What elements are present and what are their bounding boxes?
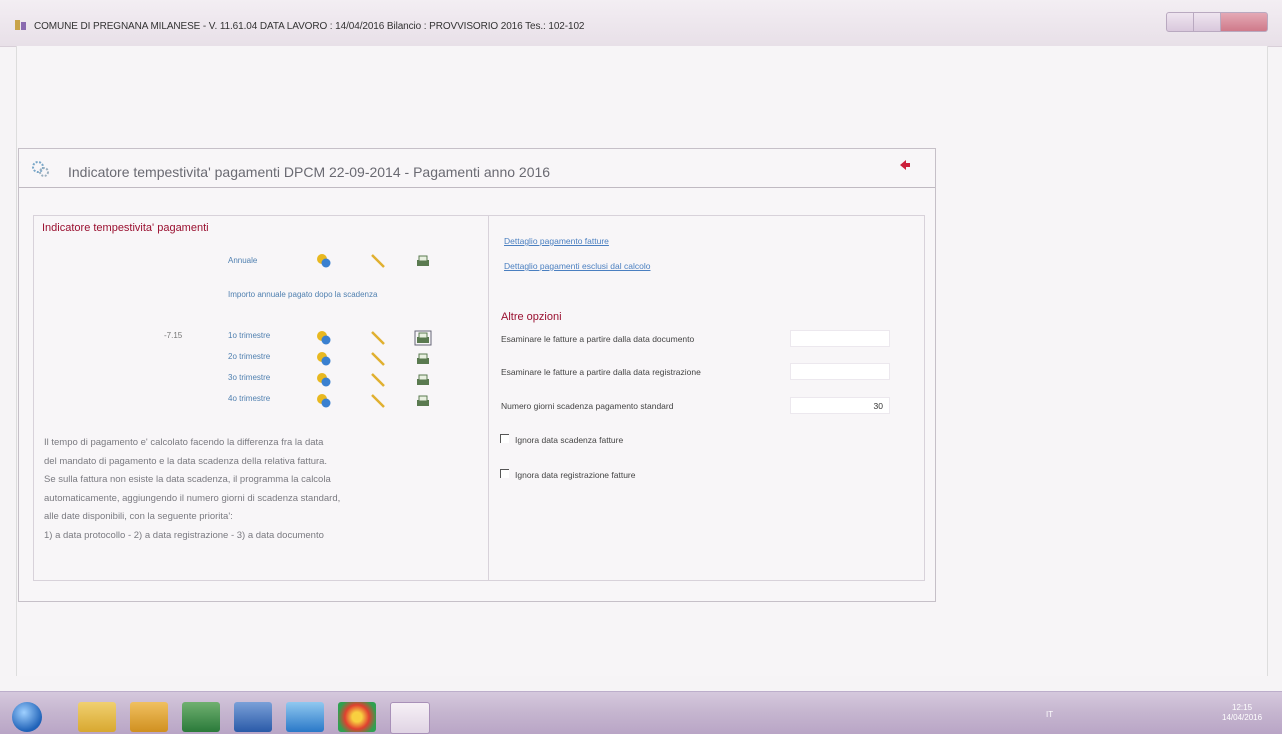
description-line: automaticamente, aggiungendo il numero g… [44, 492, 341, 504]
standard-days-input[interactable]: 30 [790, 397, 890, 414]
calculate-coins-icon[interactable] [315, 330, 333, 346]
window-title: COMUNE DI PREGNANA MILANESE - V. 11.61.0… [34, 21, 585, 32]
app-icon [15, 20, 26, 30]
internet-explorer-icon[interactable] [286, 702, 324, 732]
description-line: 1) a data protocollo - 2) a data registr… [44, 529, 324, 541]
file-explorer-icon[interactable] [130, 702, 168, 732]
calculate-coins-icon[interactable] [315, 351, 333, 367]
payment-details-link[interactable]: Dettaglio pagamento fatture [504, 236, 609, 246]
reg-date-input[interactable] [790, 363, 890, 380]
doc-date-input[interactable] [790, 330, 890, 347]
description-line: Se sulla fattura non esiste la data scad… [44, 474, 331, 485]
description-line: alle date disponibili, con la seguente p… [44, 511, 233, 522]
panel-header: Indicatore tempestivita' pagamenti DPCM … [19, 149, 935, 188]
close-button[interactable] [1220, 12, 1268, 32]
clock-time: 12:15 [1232, 703, 1253, 712]
quarter-label: 2o trimestre [228, 352, 271, 361]
ignore-due-date-label: Ignora data scadenza fatture [515, 435, 624, 445]
edit-pencil-icon[interactable] [369, 372, 387, 388]
word-icon[interactable] [234, 702, 272, 732]
ignore-due-date-checkbox[interactable] [500, 434, 509, 443]
print-icon[interactable] [414, 372, 432, 388]
standard-days-label: Numero giorni scadenza pagamento standar… [501, 401, 674, 411]
print-icon[interactable] [414, 330, 432, 346]
edit-pencil-icon[interactable] [369, 330, 387, 346]
print-icon[interactable] [414, 393, 432, 409]
reg-date-label: Esaminare le fatture a partire dalla dat… [501, 367, 701, 377]
start-button[interactable] [12, 702, 42, 732]
panel-title: Indicatore tempestivita' pagamenti DPCM … [68, 164, 551, 180]
description-line: del mandato di pagamento e la data scade… [44, 455, 328, 467]
calculate-coins-icon[interactable] [315, 393, 333, 409]
back-arrow-icon[interactable] [899, 159, 911, 171]
quarter-value: -7.15 [164, 331, 183, 340]
minimize-button[interactable] [1166, 12, 1194, 32]
taskbar: IT 12:15 14/04/2016 [0, 691, 1282, 734]
folder-icon[interactable] [78, 702, 116, 732]
system-clock[interactable]: 12:15 14/04/2016 [1222, 703, 1262, 723]
window-titlebar: COMUNE DI PREGNANA MILANESE - V. 11.61.0… [0, 0, 1282, 47]
indicator-panel: Indicatore tempestivita' pagamenti DPCM … [18, 148, 936, 602]
other-options-title: Altre opzioni [501, 311, 562, 323]
annual-amount-label: Importo annuale pagato dopo la scadenza [228, 290, 378, 299]
excel-icon[interactable] [182, 702, 220, 732]
clock-date: 14/04/2016 [1222, 713, 1263, 722]
section-title-indicator: Indicatore tempestivita' pagamenti [42, 222, 209, 234]
chrome-icon[interactable] [338, 702, 376, 732]
gears-icon [32, 161, 49, 177]
calculation-description: Il tempo di pagamento e' calcolato facen… [44, 434, 474, 545]
edit-pencil-icon[interactable] [369, 351, 387, 367]
column-divider [488, 216, 489, 580]
calculate-coins-icon[interactable] [315, 372, 333, 388]
ignore-reg-date-checkbox[interactable] [500, 469, 509, 478]
maximize-button[interactable] [1193, 12, 1221, 32]
window-controls [1166, 12, 1268, 32]
quarter-label: 4o trimestre [228, 394, 271, 403]
edit-pencil-icon[interactable] [369, 253, 387, 269]
excluded-payments-link[interactable]: Dettaglio pagamenti esclusi dal calcolo [504, 261, 650, 271]
description-line: Il tempo di pagamento e' calcolato facen… [44, 437, 324, 448]
annual-label: Annuale [228, 256, 258, 265]
calculate-coins-icon[interactable] [315, 253, 333, 269]
ignore-reg-date-label: Ignora data registrazione fatture [515, 470, 636, 480]
content-area: Indicatore tempestivita' pagamenti Annua… [33, 215, 925, 581]
print-icon[interactable] [414, 253, 432, 269]
doc-date-label: Esaminare le fatture a partire dalla dat… [501, 334, 695, 344]
print-icon[interactable] [414, 351, 432, 367]
active-app-icon[interactable] [390, 702, 430, 734]
language-indicator[interactable]: IT [1046, 710, 1053, 719]
quarter-label: 1o trimestre [228, 331, 271, 340]
quarter-label: 3o trimestre [228, 373, 271, 382]
edit-pencil-icon[interactable] [369, 393, 387, 409]
